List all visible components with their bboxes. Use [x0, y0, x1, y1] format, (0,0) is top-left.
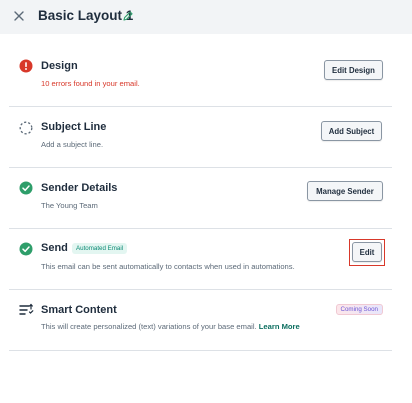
error-icon	[19, 59, 33, 73]
page-title: Basic Layout 1	[38, 8, 134, 23]
edit-button-highlight	[349, 239, 385, 266]
section-description: The Young Team	[41, 201, 98, 210]
section-title: Design	[41, 60, 78, 72]
title-tag-wrap: Automated Email	[41, 239, 141, 254]
coming-soon-tag: Coming Soon	[335, 304, 383, 315]
page-header: Basic Layout 1	[0, 0, 412, 34]
dashed-circle-icon	[19, 121, 33, 135]
sender-details-section: Sender Details The Young Team Manage Sen…	[9, 168, 392, 229]
pencil-icon[interactable]	[122, 10, 134, 22]
manage-sender-button[interactable]: Manage Sender	[307, 181, 383, 201]
subject-line-section: Subject Line Add a subject line. Add Sub…	[9, 107, 392, 168]
check-circle-icon	[19, 242, 33, 256]
section-description: Add a subject line.	[41, 140, 104, 149]
smart-content-section: Smart Content Coming Soon This will crea…	[9, 290, 392, 351]
section-title: Sender Details	[41, 182, 118, 194]
add-subject-button[interactable]: Add Subject	[321, 121, 382, 141]
edit-design-button[interactable]: Edit Design	[324, 60, 383, 80]
automated-email-tag: Automated Email	[72, 243, 128, 254]
close-icon[interactable]	[12, 9, 26, 23]
send-section: Send Automated Email This email can be s…	[9, 229, 392, 290]
learn-more-link[interactable]: Learn More	[259, 322, 300, 331]
design-section: Design 10 errors found in your email. Ed…	[9, 46, 392, 107]
section-title: Subject Line	[41, 121, 107, 133]
section-description: 10 errors found in your email.	[41, 79, 140, 88]
sliders-icon	[19, 303, 34, 315]
section-description: This email can be sent automatically to …	[41, 262, 295, 271]
description-text: This will create personalized (text) var…	[41, 322, 257, 331]
section-title: Smart Content	[41, 304, 117, 316]
section-description: This will create personalized (text) var…	[41, 322, 300, 331]
check-circle-icon	[19, 181, 33, 195]
